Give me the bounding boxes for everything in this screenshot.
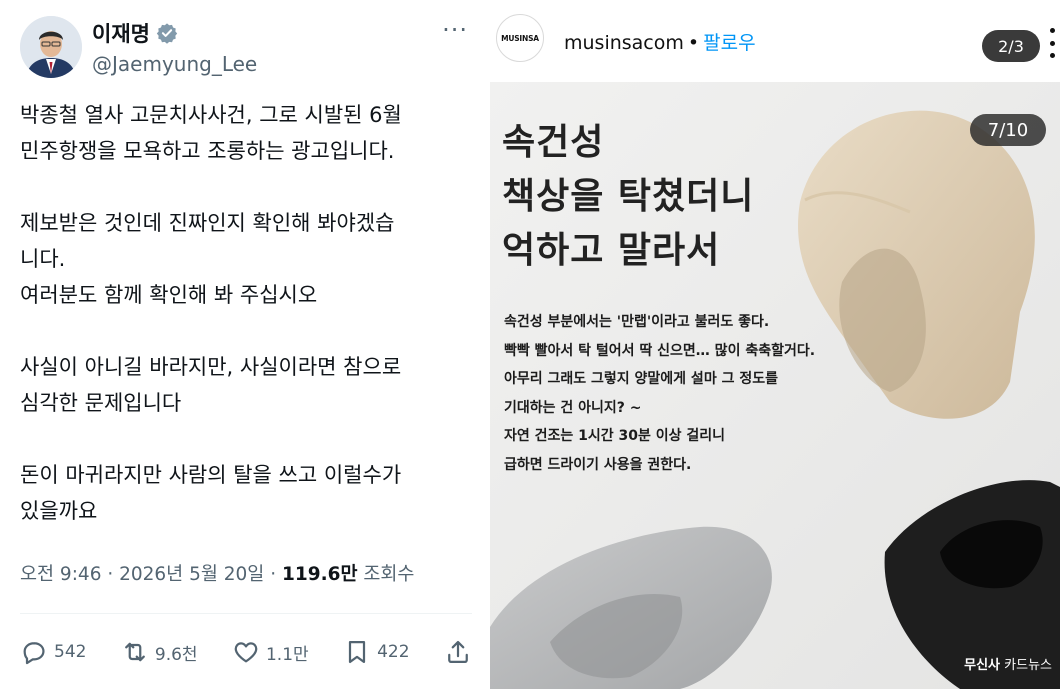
carousel-slide[interactable]: 7/10 속건성 책상을 탁쳤더니 억하고 말라서 속건성 부분에서는 '만랩'…: [490, 82, 1060, 689]
like-count: 1.1만: [265, 644, 309, 665]
share-button[interactable]: [444, 638, 472, 666]
headline-line: 책상을 탁쳤더니: [502, 176, 755, 217]
share-icon: [448, 640, 468, 664]
follow-button[interactable]: 팔로우: [703, 32, 755, 54]
retweet-count: 9.6천: [154, 644, 198, 665]
slide-caption: 속건성 부분에서는 '만랩'이라고 불러도 좋다. 빡빡 빨아서 탁 털어서 딱…: [504, 308, 815, 479]
reply-icon: [23, 642, 45, 665]
tweet-line: 니다.: [20, 247, 66, 271]
tweet-line: 돈이 마귀라지만 사람의 탈을 쓰고 이럴수가: [20, 463, 402, 487]
instagram-user-row: musinsacom • 팔로우: [564, 28, 756, 55]
like-icon: [234, 642, 258, 663]
bookmark-button[interactable]: 422: [343, 638, 410, 666]
reply-count: 542: [54, 642, 87, 662]
carousel-counter: 2/3: [982, 30, 1040, 62]
tweet-line: 민주항쟁을 모욕하고 조롱하는 광고입니다.: [20, 139, 395, 163]
headline-line: 속건성: [502, 122, 605, 163]
headline-line: 억하고 말라서: [502, 230, 721, 271]
instagram-header: MUSINSA musinsacom • 팔로우 2/3: [488, 0, 1060, 80]
musinsa-avatar[interactable]: MUSINSA: [496, 14, 544, 62]
author-name-row: 이재명: [92, 18, 178, 48]
bookmark-count: 422: [377, 642, 410, 662]
more-options-icon[interactable]: ···: [442, 16, 468, 44]
slide-counter: 7/10: [970, 114, 1046, 146]
tweet-panel: 이재명 @Jaemyung_Lee ··· 박종철 열사 고문치사사건, 그로 …: [0, 0, 488, 689]
instagram-post: MUSINSA musinsacom • 팔로우 2/3 7/10 속건성 책상…: [488, 0, 1060, 689]
tweet-header: 이재명 @Jaemyung_Lee ···: [20, 14, 476, 82]
tweet-text: 박종철 열사 고문치사사건, 그로 시발된 6월 민주항쟁을 모욕하고 조롱하는…: [20, 97, 480, 529]
caption-line: 급하면 드라이기 사용을 권한다.: [504, 456, 692, 473]
divider: [20, 613, 472, 614]
caption-line: 자연 건조는 1시간 30분 이상 걸리니: [504, 428, 726, 444]
views-label: 조회수: [357, 564, 415, 585]
caption-line: 기대하는 건 아니지? ~: [504, 399, 642, 416]
retweet-button[interactable]: 9.6천: [121, 638, 198, 666]
views-count: 119.6만: [281, 564, 358, 585]
bookmark-icon: [348, 640, 366, 664]
author-name[interactable]: 이재명: [92, 18, 150, 48]
reply-button[interactable]: 542: [20, 638, 86, 666]
more-options-icon[interactable]: [1048, 28, 1056, 58]
verified-badge-icon: [156, 22, 178, 44]
tweet-line: 사실이 아니길 바라지만, 사실이라면 참으로: [20, 355, 402, 379]
tweet-line: 있을까요: [20, 499, 98, 523]
retweet-icon: [125, 642, 145, 662]
caption-line: 빡빡 빨아서 탁 털어서 딱 신으면… 많이 축축할거다.: [504, 342, 816, 359]
brand-bold: 무신사: [964, 658, 1001, 673]
like-button[interactable]: 1.1만: [232, 638, 309, 666]
caption-line: 아무리 그래도 그렇지 양말에게 설마 그 정도를: [504, 371, 778, 387]
caption-line: 속건성 부분에서는 '만랩'이라고 불러도 좋다.: [504, 314, 770, 330]
tweet-timestamp[interactable]: 오전 9:46 · 2026년 5월 20일 ·: [20, 564, 282, 585]
tweet-line: 심각한 문제입니다: [20, 391, 182, 415]
tweet-line: 여러분도 함께 확인해 봐 주십시오: [20, 283, 318, 307]
author-avatar[interactable]: [20, 16, 82, 78]
tweet-meta: 오전 9:46 · 2026년 5월 20일 · 119.6만 조회수: [20, 560, 414, 586]
instagram-username[interactable]: musinsacom: [564, 32, 684, 54]
brand-rest: 카드뉴스: [1000, 658, 1052, 673]
slide-headline: 속건성 책상을 탁쳤더니 억하고 말라서: [502, 116, 754, 278]
tweet-line: 제보받은 것인데 진짜인지 확인해 봐야겠습: [20, 211, 395, 235]
brand-watermark: 무신사 카드뉴스: [964, 654, 1052, 673]
tweet-actions: 542 9.6천 1.1만 422: [20, 628, 472, 676]
separator-dot: •: [687, 32, 700, 54]
author-handle[interactable]: @Jaemyung_Lee: [92, 52, 257, 76]
tweet-line: 박종철 열사 고문치사사건, 그로 시발된 6월: [20, 103, 402, 127]
